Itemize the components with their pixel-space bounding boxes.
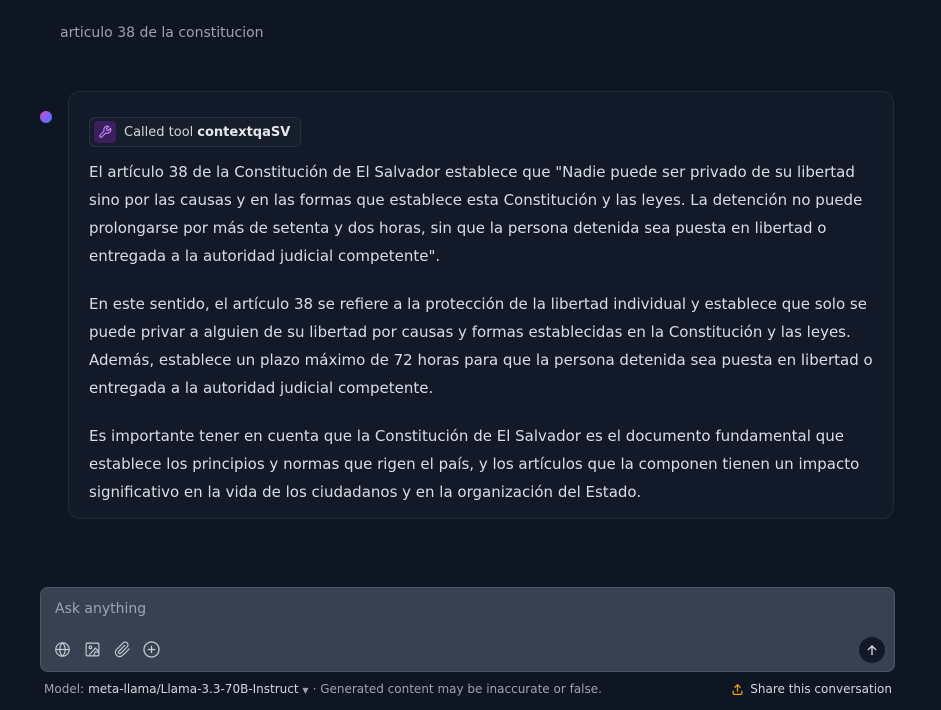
assistant-avatar-dot	[40, 111, 52, 123]
share-conversation-button[interactable]: Share this conversation	[731, 682, 892, 696]
tool-call-name: contextqaSV	[197, 124, 291, 140]
globe-icon[interactable]	[52, 639, 72, 659]
assistant-answer-card: Called tool contextqaSV El artículo 38 d…	[68, 91, 894, 519]
answer-paragraph: Es importante tener en cuenta que la Con…	[89, 427, 860, 501]
footer-model-info: Model: meta-llama/Llama-3.3-70B-Instruct…	[44, 682, 602, 696]
send-button[interactable]	[859, 637, 885, 663]
model-selector[interactable]: meta-llama/Llama-3.3-70B-Instruct ▼	[88, 682, 309, 696]
share-label: Share this conversation	[750, 682, 892, 696]
paperclip-icon[interactable]	[112, 639, 132, 659]
model-label: Model:	[44, 682, 85, 696]
disclaimer: · Generated content may be inaccurate or…	[312, 682, 602, 696]
image-edit-icon[interactable]	[82, 639, 102, 659]
arrow-up-icon	[867, 645, 877, 656]
chevron-down-icon: ▼	[302, 686, 309, 695]
upload-icon	[732, 683, 743, 695]
tool-call-prefix: Called tool	[124, 124, 194, 140]
answer-paragraph: En este sentido, el artículo 38 se refie…	[89, 295, 873, 397]
chat-composer	[40, 587, 895, 672]
answer-paragraph: El artículo 38 de la Constitución de El …	[89, 163, 863, 265]
user-message: articulo 38 de la constitucion	[60, 25, 264, 41]
tool-call-chip[interactable]: Called tool contextqaSV	[89, 117, 302, 147]
plus-icon[interactable]	[141, 639, 161, 659]
answer-text: El artículo 38 de la Constitución de El …	[89, 158, 879, 526]
model-name: meta-llama/Llama-3.3-70B-Instruct	[88, 682, 299, 696]
message-input[interactable]	[53, 600, 877, 618]
wrench-icon	[94, 121, 116, 143]
